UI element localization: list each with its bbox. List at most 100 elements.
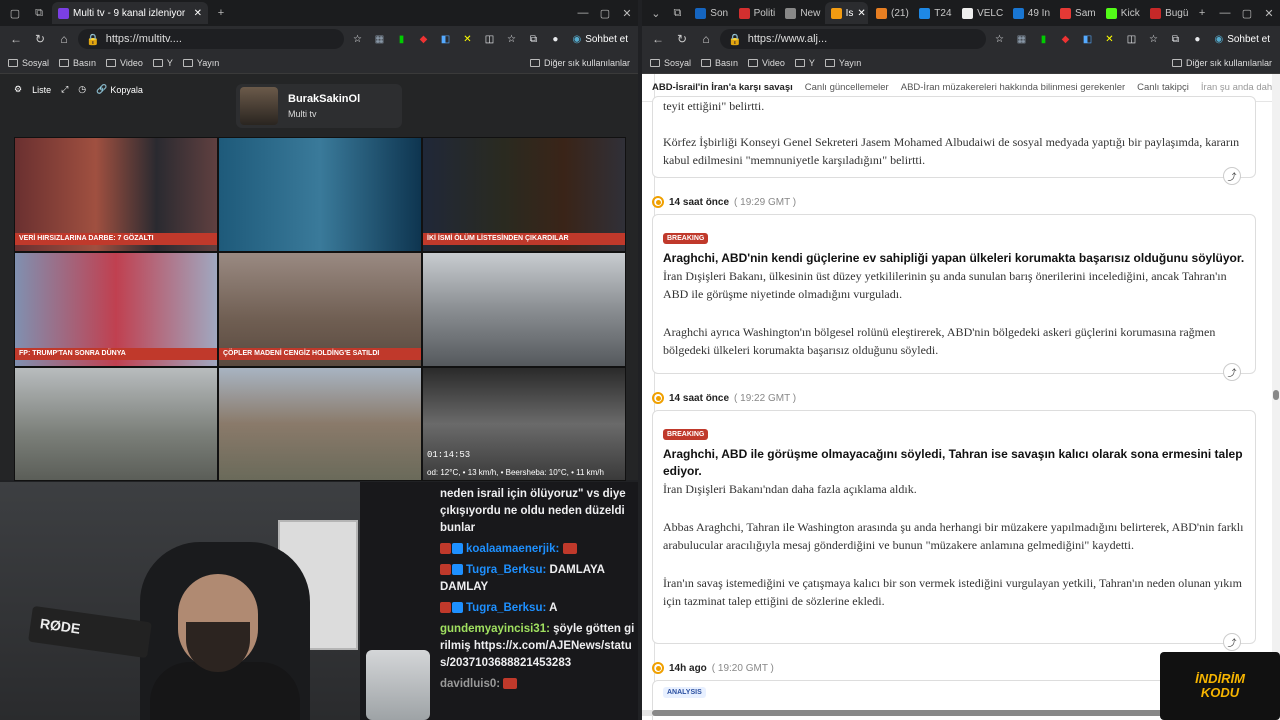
bookmark-folder[interactable]: Yayın [824,58,861,68]
close-icon[interactable]: ✕ [857,8,865,19]
extension-icon[interactable]: ▦ [370,30,388,48]
channel-tile[interactable]: İKİ İSMİ ÖLÜM LİSTESİNDEN ÇIKARDILAR [422,137,626,252]
extension-icon[interactable]: ▦ [1012,30,1030,48]
copilot-button[interactable]: ◉ Sohbet et [1210,34,1274,45]
other-favorites[interactable]: Diğer sık kullanılanlar [529,58,630,68]
close-icon[interactable]: ✕ [194,8,202,19]
url-field[interactable]: 🔒 https://multitv.... [78,29,345,49]
tab[interactable]: VELC [956,2,1005,24]
share-icon[interactable]: ⤴ [1223,167,1241,185]
refresh-icon[interactable]: ↻ [672,29,692,49]
bookmark-folder[interactable]: Basın [59,58,96,68]
back-icon[interactable]: ← [6,29,26,49]
favorites-icon[interactable]: ☆ [502,30,520,48]
horizontal-scroll-thumb[interactable] [652,710,1192,716]
settings-icon[interactable]: ⚙ [14,84,22,95]
tab[interactable]: (21) [870,2,911,24]
channel-tile[interactable]: VERİ HIRSIZLARINA DARBE: 7 GÖZALTI [14,137,218,252]
tab[interactable]: Kick [1100,2,1142,24]
extension-icon[interactable]: ▮ [1034,30,1052,48]
extension-icon[interactable]: ◧ [436,30,454,48]
tab[interactable]: Sam [1054,2,1098,24]
tab[interactable]: 49 In [1007,2,1052,24]
bookmark-folder[interactable]: Y [794,58,815,68]
bookmark-folder[interactable]: Video [106,58,143,68]
bookmark-folder[interactable]: Sosyal [650,58,691,68]
avatar[interactable]: ● [1188,30,1206,48]
nav-item[interactable]: Canlı takipçi [1137,82,1189,93]
maximize-icon[interactable]: ▢ [1236,3,1258,23]
split-icon[interactable]: ◫ [480,30,498,48]
cup-object [366,650,430,720]
channel-tile[interactable] [14,367,218,481]
back-icon[interactable]: ← [648,29,668,49]
window-close-icon[interactable]: ✕ [1258,3,1280,23]
split-icon[interactable]: ◫ [1122,30,1140,48]
tab-actions-icon[interactable]: ⌄ [646,3,666,23]
extension-icon[interactable]: ▮ [392,30,410,48]
tab[interactable]: Politi [733,2,778,24]
url-field[interactable]: 🔒 https://www.alj... [720,29,987,49]
channel-tile[interactable]: FP: TRUMP'TAN SONRA DÜNYA [14,252,218,367]
copilot-button[interactable]: ◉ Sohbet et [568,34,632,45]
bookmark-folder[interactable]: Video [748,58,785,68]
tab-active[interactable]: Is ✕ [824,2,868,24]
star-icon[interactable]: ☆ [348,30,366,48]
vertical-scrollbar[interactable] [1272,74,1280,720]
extension-icon[interactable]: ✕ [458,30,476,48]
chat-username[interactable]: Tugra_Berksu: [466,564,546,576]
tab[interactable]: Bugü [1144,2,1190,24]
chat-username[interactable]: gundemyayincisi31: [440,623,550,635]
extension-icon[interactable]: ◧ [1078,30,1096,48]
share-icon[interactable]: ⤴ [1223,633,1241,651]
channel-tile[interactable] [218,367,422,481]
minimize-icon[interactable]: — [572,3,594,23]
favorites-icon[interactable]: ☆ [1144,30,1162,48]
collections-icon[interactable]: ⧉ [524,30,542,48]
bookmark-folder[interactable]: Yayın [182,58,219,68]
new-tab-icon[interactable]: + [1192,3,1212,23]
nav-item[interactable]: İran şu anda dah [1201,82,1272,93]
nav-item-current[interactable]: ABD-İsrail'in İran'a karşı savaşı [652,82,793,93]
fullscreen-icon[interactable]: ⤢ [61,84,68,95]
minimize-icon[interactable]: — [1214,3,1236,23]
tab-multitv[interactable]: Multi tv - 9 kanal izleniyor ✕ [52,2,208,24]
other-favorites[interactable]: Diğer sık kullanılanlar [1171,58,1272,68]
tab[interactable]: New [779,2,822,24]
collections-icon[interactable]: ⧉ [1166,30,1184,48]
refresh-icon[interactable]: ↻ [30,29,50,49]
list-button[interactable]: Liste [32,85,51,95]
tab[interactable]: T24 [913,2,954,24]
scroll-thumb[interactable] [1273,390,1279,400]
extension-icon[interactable]: ◆ [414,30,432,48]
star-icon[interactable]: ☆ [990,30,1008,48]
home-icon[interactable]: ⌂ [696,29,716,49]
bookmark-folder[interactable]: Sosyal [8,58,49,68]
avatar[interactable]: ● [546,30,564,48]
channel-tile[interactable] [422,252,626,367]
workspaces-icon[interactable]: ⧉ [668,3,688,23]
chat-username[interactable]: Tugra_Berksu: [466,602,546,614]
home-icon[interactable]: ⌂ [54,29,74,49]
tab[interactable]: Son [689,2,730,24]
bookmark-folder[interactable]: Y [152,58,173,68]
tab-actions-icon[interactable]: ▢ [4,3,26,23]
copy-button[interactable]: 🔗 Kopyala [96,84,143,95]
extension-icon[interactable]: ◆ [1056,30,1074,48]
maximize-icon[interactable]: ▢ [594,3,616,23]
chat-username[interactable]: koalaamaenerjik: [466,543,559,555]
window-close-icon[interactable]: ✕ [616,3,638,23]
nav-item[interactable]: ABD-İran müzakereleri hakkında bilinmesi… [901,82,1125,93]
share-icon[interactable]: ⤴ [1223,363,1241,381]
channel-tile[interactable] [218,137,422,252]
bookmark-folder[interactable]: Basın [701,58,738,68]
nav-item[interactable]: Canlı güncellemeler [805,82,889,93]
chat-username[interactable]: davidluis0: [440,678,500,690]
extension-icon[interactable]: ✕ [1100,30,1118,48]
channel-tile[interactable]: 01:14:53 od: 12°C, • 13 km/h, • Beersheb… [422,367,626,481]
channel-profile[interactable]: BurakSakinOl Multi tv [236,84,402,128]
new-tab-icon[interactable]: + [210,3,232,23]
channel-tile[interactable]: ÇÖPLER MADENİ CENGİZ HOLDİNG'E SATILDI [218,252,422,367]
workspaces-icon[interactable]: ⧉ [28,3,50,23]
timer-icon[interactable]: ◷ [78,84,86,95]
